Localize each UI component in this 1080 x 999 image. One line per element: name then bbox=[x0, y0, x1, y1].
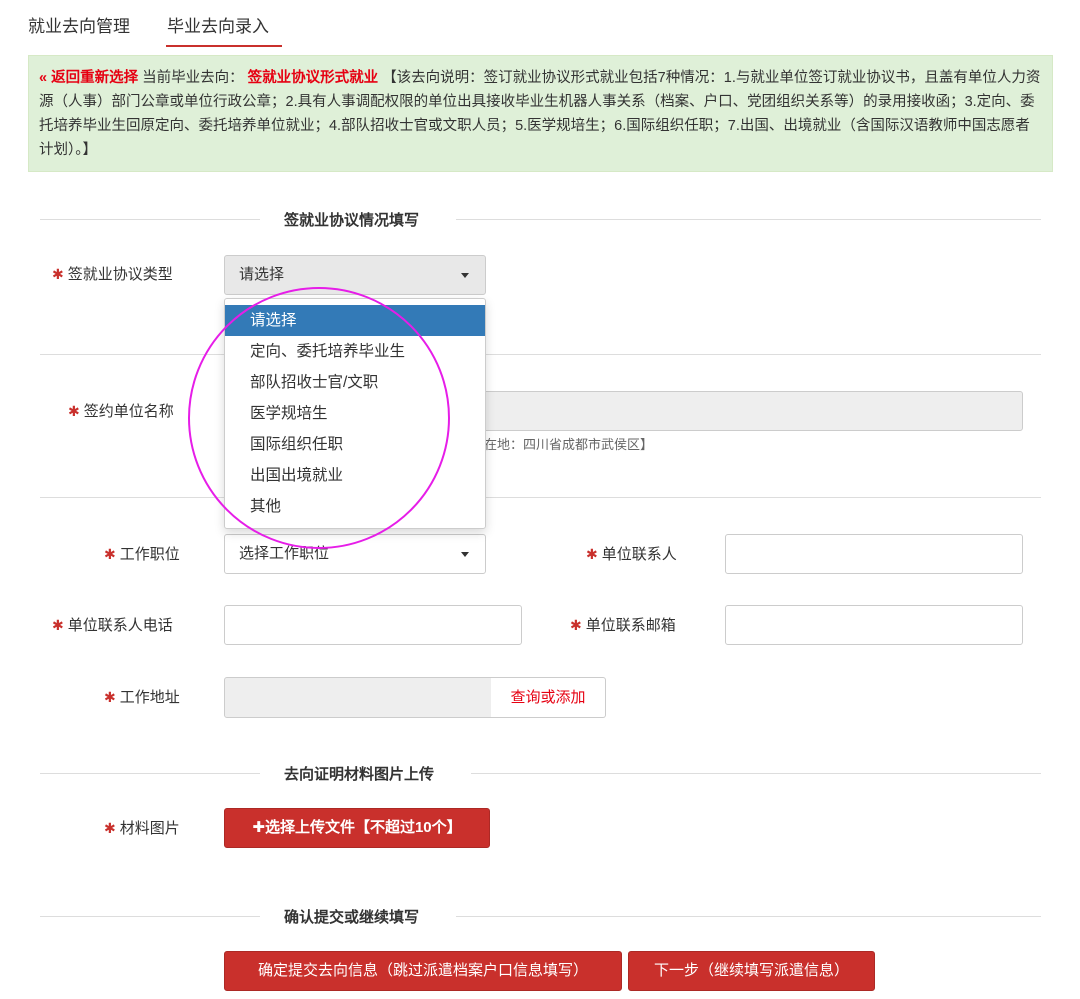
employer-location-hint: 在地：四川省成都市武侯区】 bbox=[484, 437, 654, 452]
back-reselect-link[interactable]: « 返回重新选择 bbox=[39, 70, 138, 86]
caret-down-icon bbox=[461, 273, 469, 278]
current-destination-prefix: 当前毕业去向： bbox=[142, 70, 244, 86]
position-label: ✱ 工作职位 bbox=[104, 546, 180, 563]
contact-label: ✱ 单位联系人 bbox=[586, 546, 677, 563]
required-icon: ✱ bbox=[570, 617, 582, 633]
contact-phone-label: ✱ 单位联系人电话 bbox=[52, 617, 173, 634]
employer-label: ✱ 签约单位名称 bbox=[68, 403, 174, 420]
contact-email-label: ✱ 单位联系邮箱 bbox=[570, 617, 676, 634]
required-icon: ✱ bbox=[104, 546, 116, 562]
tab-destination-entry[interactable]: 毕业去向录入 bbox=[167, 12, 269, 37]
upload-file-button[interactable]: ✚选择上传文件【不超过10个】 bbox=[224, 808, 490, 848]
section-agreement-title: 签就业协议情况填写 bbox=[284, 212, 420, 229]
current-destination-value: 签就业协议形式就业 bbox=[247, 70, 379, 86]
required-icon: ✱ bbox=[52, 266, 64, 282]
dropdown-option[interactable]: 其他 bbox=[225, 491, 485, 522]
divider bbox=[40, 497, 1041, 498]
dropdown-option[interactable]: 出国出境就业 bbox=[225, 460, 485, 491]
section-confirm: 确认提交或继续填写 bbox=[40, 906, 1041, 926]
agreement-type-label: ✱ 签就业协议类型 bbox=[52, 266, 173, 283]
section-confirm-title: 确认提交或继续填写 bbox=[284, 909, 420, 926]
submit-destination-button[interactable]: 确定提交去向信息（跳过派遣档案户口信息填写） bbox=[224, 951, 622, 991]
address-search-add-button[interactable]: 查询或添加 bbox=[491, 677, 606, 718]
contact-email-input[interactable] bbox=[725, 605, 1023, 645]
dropdown-option[interactable]: 国际组织任职 bbox=[225, 429, 485, 460]
agreement-type-select[interactable]: 请选择 bbox=[224, 255, 486, 295]
contact-input[interactable] bbox=[725, 534, 1023, 574]
active-tab-indicator bbox=[166, 45, 282, 47]
section-upload: 去向证明材料图片上传 bbox=[40, 763, 1041, 783]
agreement-type-dropdown: 请选择 定向、委托培养毕业生 部队招收士官/文职 医学规培生 国际组织任职 出国… bbox=[224, 298, 486, 529]
dropdown-option[interactable]: 请选择 bbox=[225, 305, 485, 336]
caret-down-icon bbox=[461, 552, 469, 557]
contact-phone-input[interactable] bbox=[224, 605, 522, 645]
position-select[interactable]: 选择工作职位 bbox=[224, 534, 486, 574]
tab-employment-management[interactable]: 就业去向管理 bbox=[28, 12, 130, 37]
section-agreement: 签就业协议情况填写 bbox=[40, 209, 1041, 229]
address-label: ✱ 工作地址 bbox=[104, 689, 180, 706]
section-upload-title: 去向证明材料图片上传 bbox=[284, 766, 435, 783]
dropdown-option[interactable]: 定向、委托培养毕业生 bbox=[225, 336, 485, 367]
dropdown-option[interactable]: 部队招收士官/文职 bbox=[225, 367, 485, 398]
address-input[interactable] bbox=[224, 677, 492, 718]
next-step-button[interactable]: 下一步（继续填写派遣信息） bbox=[628, 951, 875, 991]
dropdown-option[interactable]: 医学规培生 bbox=[225, 398, 485, 429]
required-icon: ✱ bbox=[586, 546, 598, 562]
material-label: ✱ 材料图片 bbox=[104, 820, 180, 837]
required-icon: ✱ bbox=[104, 820, 116, 836]
required-icon: ✱ bbox=[104, 689, 116, 705]
required-icon: ✱ bbox=[68, 403, 80, 419]
divider bbox=[40, 354, 1041, 355]
destination-notice: « 返回重新选择 当前毕业去向： 签就业协议形式就业 【该去向说明：签订就业协议… bbox=[28, 55, 1053, 172]
plus-icon: ✚ bbox=[252, 819, 265, 836]
tab-bar: 就业去向管理 毕业去向录入 bbox=[0, 0, 1080, 50]
required-icon: ✱ bbox=[52, 617, 64, 633]
